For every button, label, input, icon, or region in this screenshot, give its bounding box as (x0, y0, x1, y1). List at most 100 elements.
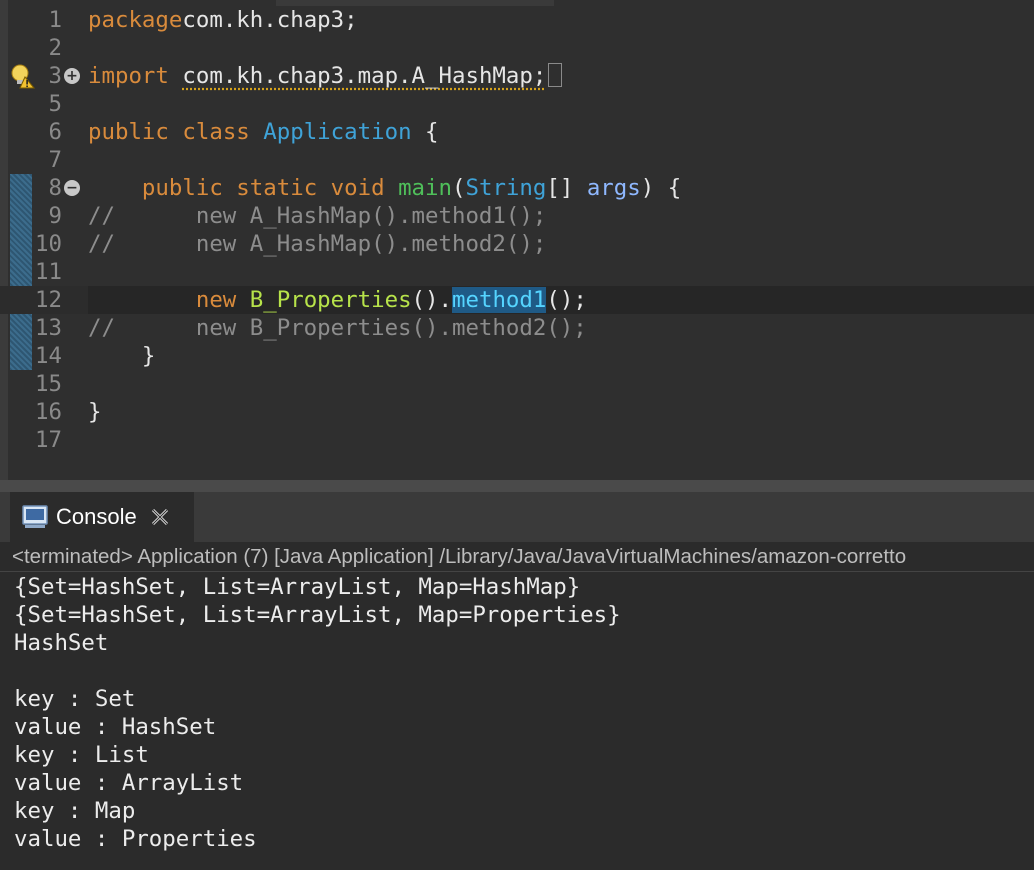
code-text: // new B_Properties().method2(); (88, 314, 587, 342)
code-line[interactable]: 10 // new A_HashMap().method2(); (0, 230, 1034, 258)
console-output-line: key : Map (14, 798, 136, 824)
code-line[interactable]: 9 // new A_HashMap().method1(); (0, 202, 1034, 230)
code-token: // new A_HashMap().method1(); (88, 203, 547, 229)
code-text: new B_Properties().method1(); (88, 286, 587, 314)
code-token: [] (546, 175, 587, 201)
code-token: import (88, 63, 169, 89)
code-line[interactable]: 8− public static void main(String[] args… (0, 174, 1034, 202)
code-token: package (88, 7, 183, 33)
line-number: 5 (48, 91, 62, 117)
line-number: 6 (48, 119, 62, 145)
close-icon[interactable] (149, 506, 171, 528)
code-token: ) { (640, 175, 682, 201)
code-text: import com.kh.chap3.map.A_HashMap; (88, 62, 563, 90)
line-number: 2 (48, 35, 62, 61)
code-token: com.kh.chap3.map.A_HashMap; (182, 63, 547, 89)
line-number: 9 (48, 203, 62, 229)
line-number: 16 (35, 399, 62, 425)
panel-separator[interactable] (0, 480, 1034, 492)
console-output-line: key : List (14, 742, 149, 768)
line-number: 17 (35, 427, 62, 453)
code-token: public (141, 175, 223, 201)
code-text: // new A_HashMap().method1(); (88, 202, 546, 230)
code-token: method1 (452, 287, 547, 313)
code-text: } (88, 398, 101, 426)
code-token: // new A_HashMap().method2(); (88, 231, 547, 257)
code-token: (); (546, 287, 587, 313)
code-editor[interactable]: 1 packagecom.kh.chap3; 2 3 + import com.kh.ch… (0, 0, 1034, 480)
line-number: 14 (35, 343, 62, 369)
code-line[interactable]: 15 (0, 370, 1034, 398)
code-token: static (236, 175, 318, 201)
line-number: 15 (35, 371, 62, 397)
code-token: com.kh.chap3; (182, 7, 358, 33)
code-token: } (88, 343, 156, 369)
code-token: // new B_Properties().method2(); (88, 315, 587, 341)
code-line[interactable]: 12 new B_Properties().method1(); (0, 286, 1034, 314)
code-text: public class Application { (88, 118, 439, 146)
tab-console[interactable]: Console (10, 492, 194, 542)
code-token: B_Properties (249, 287, 412, 313)
code-token: (). (411, 287, 452, 313)
console-output-line: value : HashSet (14, 714, 217, 740)
console-output-line: key : Set (14, 686, 136, 712)
code-token: new (195, 287, 237, 313)
line-number: 8 (48, 175, 62, 201)
console-icon (22, 505, 48, 528)
code-line[interactable]: 7 (0, 146, 1034, 174)
code-line[interactable]: 11 (0, 258, 1034, 286)
console-tab-bar: Console (0, 492, 1034, 542)
console-output[interactable]: {Set=HashSet, List=ArrayList, Map=HashMa… (14, 573, 1024, 863)
code-line[interactable]: 1 packagecom.kh.chap3; (0, 6, 1034, 34)
code-line[interactable]: 5 (0, 90, 1034, 118)
console-output-line: HashSet (14, 630, 109, 656)
line-number: 10 (35, 231, 62, 257)
collapsed-imports-marker[interactable] (548, 62, 563, 87)
console-status-line: <terminated> Application (7) [Java Appli… (0, 542, 1034, 572)
code-token: public (88, 119, 169, 145)
console-output-line: value : Properties (14, 826, 257, 852)
line-number: 7 (48, 147, 62, 173)
console-tab-label: Console (56, 504, 137, 529)
code-token: } (88, 399, 102, 425)
code-token: String (465, 175, 547, 201)
console-output-line: {Set=HashSet, List=ArrayList, Map=HashMa… (14, 574, 581, 600)
code-token: args (586, 175, 641, 201)
code-token: class (182, 119, 250, 145)
line-number: 12 (35, 287, 62, 313)
code-line[interactable]: 14 } (0, 342, 1034, 370)
line-number: 1 (48, 7, 62, 33)
code-token: Application (263, 119, 412, 145)
code-line[interactable]: 16} (0, 398, 1034, 426)
expand-fold-icon[interactable]: + (64, 68, 80, 84)
line-number: 11 (35, 259, 62, 285)
code-token: void (330, 175, 385, 201)
console-output-line: {Set=HashSet, List=ArrayList, Map=Proper… (14, 602, 621, 628)
console-output-line: value : ArrayList (14, 770, 244, 796)
code-token: ( (452, 175, 466, 201)
code-line[interactable]: 13 // new B_Properties().method2(); (0, 314, 1034, 342)
line-number: 13 (35, 315, 62, 341)
code-line[interactable]: 2 (0, 34, 1034, 62)
code-token: { (411, 119, 439, 145)
code-text: } (88, 342, 156, 370)
code-token: main (398, 175, 452, 201)
code-line[interactable]: 6 public class Application { (0, 118, 1034, 146)
code-line[interactable]: 17 (0, 426, 1034, 454)
warning-lightbulb-icon[interactable] (9, 63, 35, 89)
collapse-fold-icon[interactable]: − (64, 180, 80, 196)
code-text: // new A_HashMap().method2(); (88, 230, 546, 258)
code-text: packagecom.kh.chap3; (88, 6, 358, 34)
code-line[interactable]: 3 + import com.kh.chap3.map.A_HashMap; (0, 62, 1034, 90)
code-text: public static void main(String[] args) { (88, 174, 681, 202)
